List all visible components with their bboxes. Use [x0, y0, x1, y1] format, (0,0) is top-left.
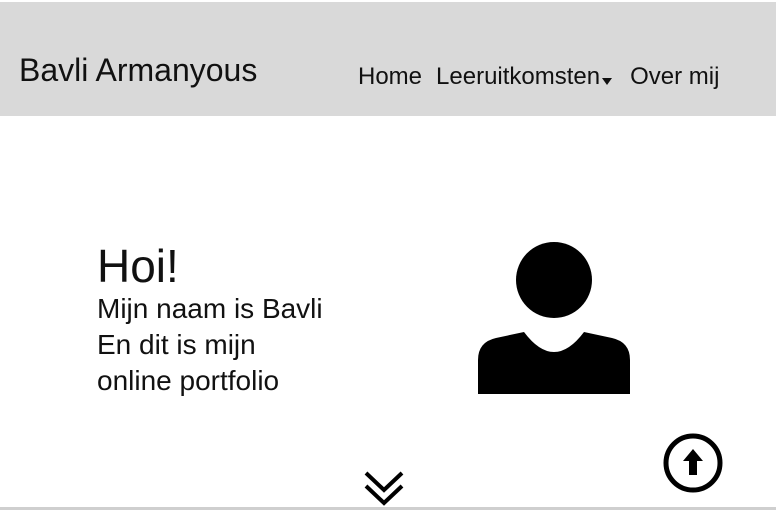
nav-home-link[interactable]: Home	[358, 62, 422, 92]
nav-leeruitkomsten-dropdown[interactable]: Leeruitkomsten	[436, 62, 613, 92]
hero-intro: Hoi! Mijn naam is Bavli En dit is mijn o…	[97, 241, 323, 399]
nav-over-mij-link[interactable]: Over mij	[630, 62, 719, 92]
caret-down-icon	[602, 77, 613, 85]
site-brand[interactable]: Bavli Armanyous	[19, 51, 257, 89]
hero-line-portfolio: online portfolio	[97, 365, 280, 396]
arrow-up-circle-icon[interactable]	[662, 432, 724, 494]
navbar: Bavli Armanyous Home Leeruitkomsten Over…	[0, 2, 776, 116]
hero-greeting: Hoi!	[97, 240, 179, 292]
user-avatar-icon	[478, 242, 630, 394]
hero-line-name: Mijn naam is Bavli	[97, 293, 323, 324]
double-chevron-down-icon[interactable]	[363, 468, 405, 508]
hero-line-intro: En dit is mijn	[97, 329, 256, 360]
nav-leeruitkomsten-label: Leeruitkomsten	[436, 63, 601, 90]
main-nav: Home Leeruitkomsten Over mij	[358, 62, 719, 92]
